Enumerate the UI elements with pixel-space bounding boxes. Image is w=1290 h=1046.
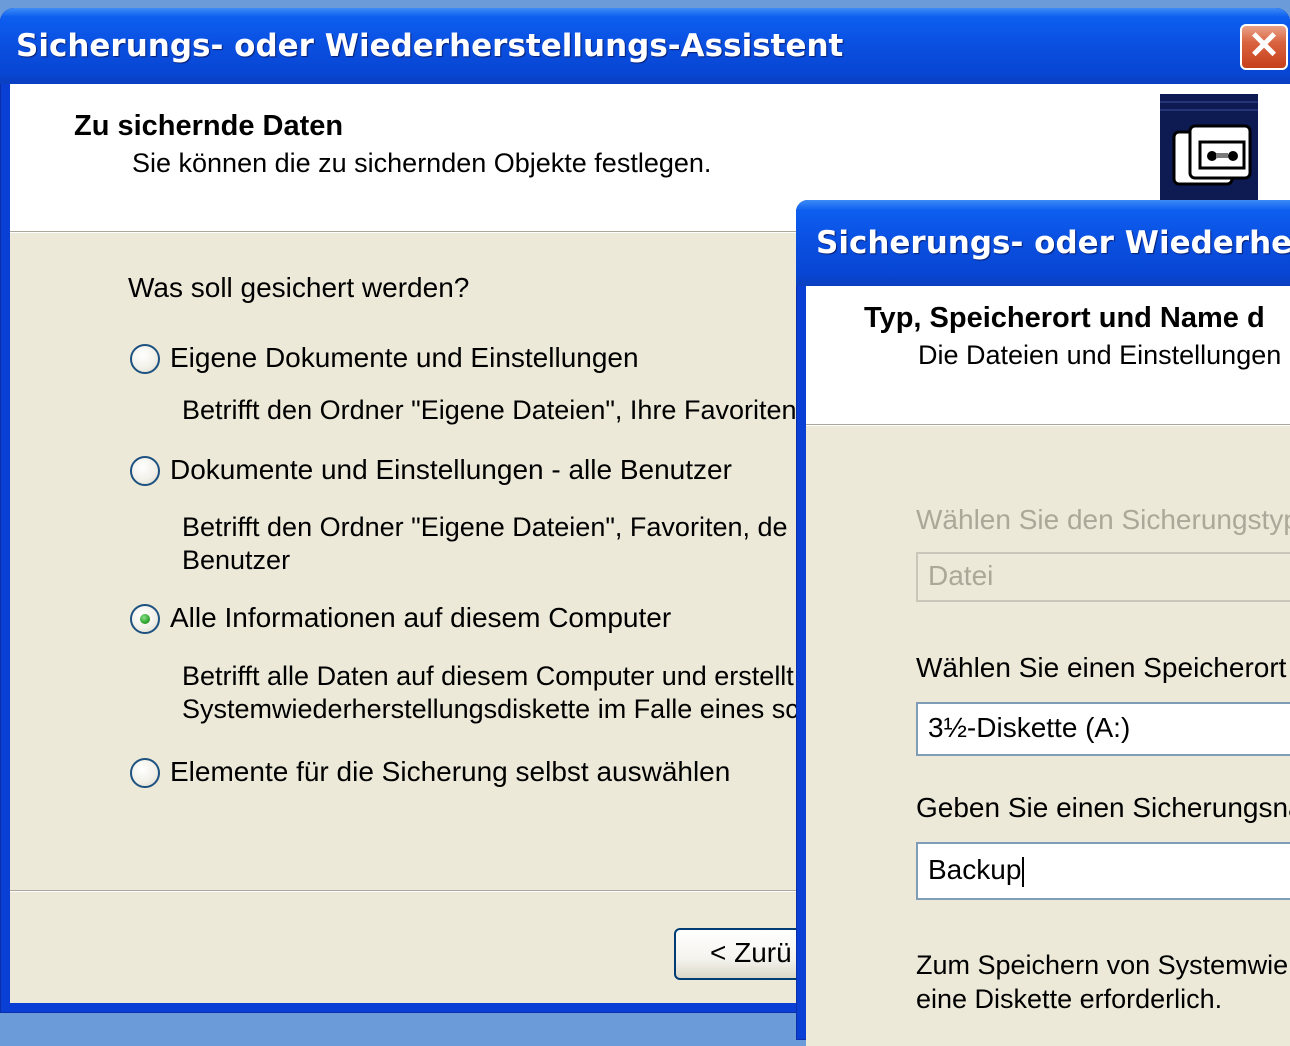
window-title-second: Sicherungs- oder Wiederherst	[816, 225, 1290, 261]
note-line2: eine Diskette erforderlich.	[916, 984, 1223, 1014]
window-titlebar[interactable]: Sicherungs- oder Wiederherstellungs-Assi…	[0, 8, 1290, 84]
window-titlebar-second[interactable]: Sicherungs- oder Wiederherst	[796, 200, 1290, 286]
radio-select-items[interactable]	[130, 758, 160, 788]
question-label: Was soll gesichert werden?	[128, 272, 470, 303]
option-desc-all-users-line2: Benutzer	[182, 545, 291, 575]
page-title-second: Typ, Speicherort und Name d	[864, 302, 1265, 334]
location-label: Wählen Sie einen Speicherort f	[916, 652, 1290, 683]
backup-tape-icon	[1160, 94, 1258, 202]
close-button[interactable]: ✕	[1240, 24, 1288, 70]
radio-all-information[interactable]	[130, 604, 160, 634]
window-title: Sicherungs- oder Wiederherstellungs-Assi…	[16, 28, 844, 64]
backup-name-input[interactable]: Backup	[916, 842, 1290, 900]
location-select[interactable]: 3½-Diskette (A:)	[916, 702, 1290, 756]
backup-type-select: Datei	[916, 552, 1290, 602]
page-title: Zu sichernde Daten	[74, 110, 344, 142]
option-label-select-items[interactable]: Elemente für die Sicherung selbst auswäh…	[170, 756, 730, 788]
option-label-own-documents[interactable]: Eigene Dokumente und Einstellungen	[170, 342, 639, 374]
backup-type-label: Wählen Sie den Sicherungstyp	[916, 504, 1290, 535]
option-desc-all-users-line1: Betrifft den Ordner "Eigene Dateien", Fa…	[182, 512, 788, 542]
page-subtitle-second: Die Dateien und Einstellungen	[918, 340, 1282, 370]
wizard-client-area-second: Typ, Speicherort und Name d Die Dateien …	[806, 286, 1290, 1046]
backup-type-value: Datei	[928, 560, 994, 591]
radio-own-documents[interactable]	[130, 344, 160, 374]
option-label-all-users[interactable]: Dokumente und Einstellungen - alle Benut…	[170, 454, 732, 486]
option-label-all-information[interactable]: Alle Informationen auf diesem Computer	[170, 602, 671, 634]
backup-name-value: Backup	[928, 854, 1022, 885]
page-subtitle: Sie können die zu sichernden Objekte fes…	[132, 148, 712, 178]
option-desc-all-information-line1: Betrifft alle Daten auf diesem Computer …	[182, 661, 794, 691]
header-separator-second-highlight	[806, 425, 1290, 426]
wizard-header-second: Typ, Speicherort und Name d Die Dateien …	[806, 286, 1290, 424]
text-caret	[1022, 856, 1025, 887]
wizard-window-second: Sicherungs- oder Wiederherst Typ, Speich…	[796, 200, 1290, 1046]
radio-all-users[interactable]	[130, 456, 160, 486]
location-value: 3½-Diskette (A:)	[928, 712, 1131, 743]
note-line1: Zum Speichern von Systemwie	[916, 950, 1289, 980]
name-label: Geben Sie einen Sicherungsna	[916, 792, 1290, 823]
option-desc-all-information-line2: Systemwiederherstellungsdiskette im Fall…	[182, 694, 799, 724]
close-icon: ✕	[1248, 25, 1280, 67]
option-desc-own-documents: Betrifft den Ordner "Eigene Dateien", Ih…	[182, 395, 797, 425]
